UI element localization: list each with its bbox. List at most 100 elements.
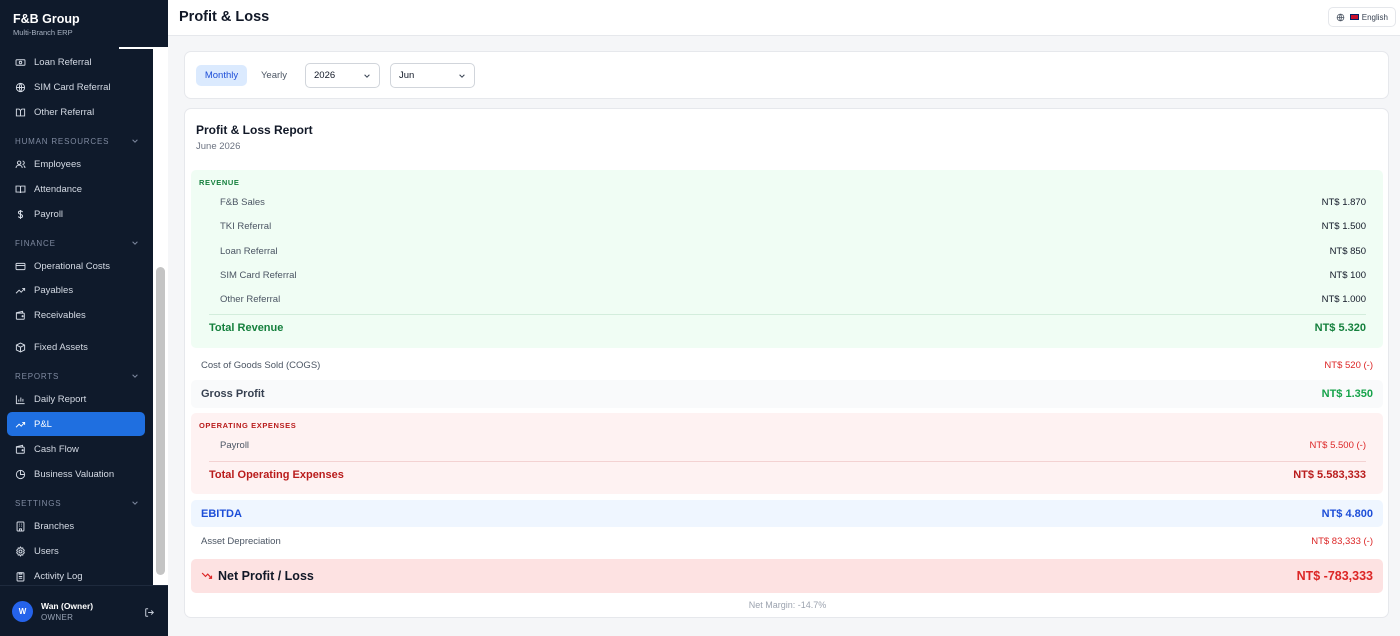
chevron-down-icon — [132, 139, 138, 143]
sidebar-item-fixed-assets[interactable]: Fixed Assets — [7, 335, 145, 359]
total-label: Total Revenue — [209, 322, 284, 334]
sidebar-item-payroll[interactable]: Payroll — [7, 202, 145, 226]
section-label: HUMAN RESOURCES — [15, 136, 110, 146]
sidebar-item-label: Receivables — [34, 309, 86, 321]
brand: F&B Group Multi-Branch ERP — [0, 0, 168, 49]
book-icon — [15, 108, 26, 116]
user-info: Wan (Owner) OWNER — [41, 601, 93, 622]
sidebar-item-operational-costs[interactable]: Operational Costs — [7, 254, 145, 278]
page-title: Profit & Loss — [179, 9, 270, 25]
sidebar-item-branches[interactable]: Branches — [7, 514, 145, 538]
row-label: Other Referral — [220, 293, 281, 305]
sidebar-item-receivables[interactable]: Receivables — [7, 303, 145, 327]
row-label: Net Profit / Loss — [218, 569, 314, 583]
bar-chart-icon — [15, 394, 25, 404]
user-name: Wan (Owner) — [41, 600, 94, 611]
revenue-section: REVENUE F&B Sales NT$ 1.870 TKI Referral… — [191, 170, 1383, 348]
sidebar: F&B Group Multi-Branch ERP Loan Referral… — [0, 0, 168, 636]
sidebar-item-label: Other Referral — [34, 106, 95, 118]
row-amount: NT$ -783,333 — [1296, 569, 1373, 583]
sidebar-item-payables[interactable]: Payables — [7, 278, 145, 302]
ebitda-row: EBITDA NT$ 4.800 — [191, 500, 1383, 527]
chevron-down-icon — [132, 241, 138, 245]
expense-row: Payroll NT$ 5.500 (-) — [220, 437, 1366, 453]
row-amount: NT$ 1.870 — [1321, 196, 1366, 208]
section-label: REPORTS — [15, 371, 60, 381]
wallet-icon — [15, 444, 25, 454]
total-amount: NT$ 5.583,333 — [1293, 469, 1366, 481]
revenue-row: Loan Referral NT$ 850 — [220, 243, 1366, 259]
building-icon — [16, 521, 25, 531]
sidebar-item-sim-card-referral[interactable]: SIM Card Referral — [7, 75, 145, 99]
sidebar-nav: Loan Referral SIM Card Referral Other Re… — [0, 49, 168, 585]
section-reports[interactable]: REPORTS — [15, 369, 139, 383]
sidebar-item-daily-report[interactable]: Daily Report — [7, 387, 145, 411]
sidebar-item-users[interactable]: Users — [7, 539, 145, 563]
filter-bar: Monthly Yearly 2026 Jun — [184, 51, 1389, 99]
logout-icon[interactable] — [144, 607, 155, 618]
banknote-icon — [15, 58, 26, 66]
month-select[interactable]: Jun — [390, 63, 475, 88]
user-panel: W Wan (Owner) OWNER — [0, 585, 168, 636]
sidebar-item-label: Branches — [34, 520, 75, 532]
globe-icon — [1336, 13, 1345, 21]
sidebar-item-pl[interactable]: P&L — [7, 412, 145, 436]
section-finance[interactable]: FINANCE — [15, 236, 139, 250]
language-switcher[interactable]: English — [1327, 7, 1396, 27]
row-amount: NT$ 83,333 (-) — [1311, 535, 1373, 547]
section-settings[interactable]: SETTINGS — [15, 496, 139, 510]
section-human-resources[interactable]: HUMAN RESOURCES — [15, 134, 139, 148]
sidebar-item-other-referral[interactable]: Other Referral — [7, 100, 145, 124]
revenue-row: TKI Referral NT$ 1.500 — [220, 218, 1366, 234]
total-revenue-row: Total Revenue NT$ 5.320 — [209, 319, 1366, 337]
sidebar-item-loan-referral[interactable]: Loan Referral — [7, 50, 145, 74]
tab-monthly[interactable]: Monthly — [196, 65, 247, 86]
sidebar-item-label: Employees — [34, 158, 81, 170]
chevron-down-icon — [364, 74, 370, 78]
trending-up-icon — [15, 421, 26, 428]
credit-card-icon — [15, 262, 26, 270]
sidebar-item-activity-log[interactable]: Activity Log — [7, 564, 145, 585]
user-role: OWNER — [41, 612, 74, 622]
row-label: Asset Depreciation — [201, 535, 281, 547]
sidebar-item-label: Fixed Assets — [34, 341, 88, 353]
gear-icon — [16, 545, 25, 557]
sidebar-item-cash-flow[interactable]: Cash Flow — [7, 437, 145, 461]
sidebar-item-employees[interactable]: Employees — [7, 152, 145, 176]
sidebar-item-label: SIM Card Referral — [34, 81, 111, 93]
operating-expenses-label: OPERATING EXPENSES — [199, 421, 297, 430]
chevron-down-icon — [459, 74, 465, 78]
year-select[interactable]: 2026 — [305, 63, 380, 88]
trending-down-icon — [201, 572, 213, 579]
row-label: Payroll — [220, 439, 250, 451]
revenue-row: Other Referral NT$ 1.000 — [220, 291, 1366, 307]
sidebar-item-label: P&L — [34, 418, 52, 430]
revenue-row: F&B Sales NT$ 1.870 — [220, 194, 1366, 210]
row-amount: NT$ 1.500 — [1321, 220, 1366, 232]
sidebar-item-label: Loan Referral — [34, 56, 92, 68]
operating-expenses-section: OPERATING EXPENSES Payroll NT$ 5.500 (-)… — [191, 413, 1383, 494]
avatar[interactable]: W — [12, 600, 33, 622]
uk-flag-icon — [1349, 14, 1359, 20]
row-amount: NT$ 100 — [1329, 269, 1366, 281]
sidebar-item-attendance[interactable]: Attendance — [7, 177, 145, 201]
total-amount: NT$ 5.320 — [1314, 322, 1366, 334]
row-amount: NT$ 1.350 — [1321, 388, 1373, 400]
chevron-down-icon — [132, 501, 138, 505]
net-label: Net Profit / Loss — [201, 569, 314, 583]
divider — [209, 461, 1366, 462]
net-profit-loss-row: Net Profit / Loss NT$ -783,333 — [191, 559, 1383, 593]
row-amount: NT$ 4.800 — [1321, 507, 1373, 520]
month-select-value: Jun — [399, 70, 415, 81]
row-label: Loan Referral — [220, 245, 278, 257]
revenue-row: SIM Card Referral NT$ 100 — [220, 267, 1366, 283]
section-label: FINANCE — [15, 238, 56, 248]
report-title: Profit & Loss Report — [196, 123, 313, 137]
sidebar-item-business-valuation[interactable]: Business Valuation — [7, 462, 145, 486]
row-amount: NT$ 850 — [1329, 245, 1366, 257]
brand-title: F&B Group — [13, 12, 80, 26]
brand-subtitle: Multi-Branch ERP — [13, 28, 73, 37]
row-label: Cost of Goods Sold (COGS) — [201, 359, 321, 371]
tab-yearly[interactable]: Yearly — [251, 65, 297, 86]
sidebar-scrollbar-thumb[interactable] — [156, 267, 165, 575]
